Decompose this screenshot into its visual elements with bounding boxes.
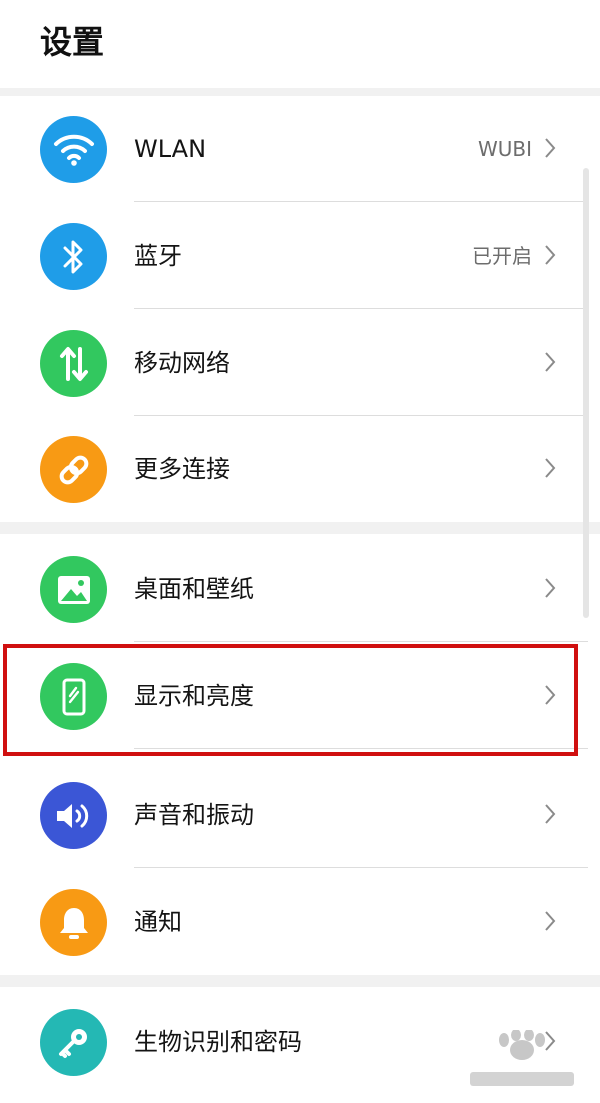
highlight-box [3, 644, 578, 756]
paw-logo-icon [470, 1030, 574, 1086]
section-gap [0, 975, 600, 987]
chevron-right-icon [545, 352, 556, 372]
settings-item-label: 声音和振动 [134, 801, 254, 829]
wifi-icon [40, 116, 107, 183]
section-gap [0, 88, 600, 96]
chevron-right-icon [545, 578, 556, 598]
settings-item-value: WUBI [477, 137, 532, 161]
settings-item-bluetooth[interactable]: 蓝牙 已开启 [0, 203, 600, 309]
settings-item-sound-vibration[interactable]: 声音和振动 [0, 762, 600, 868]
divider [134, 867, 588, 868]
settings-item-more-connections[interactable]: 更多连接 [0, 416, 600, 522]
bluetooth-icon [40, 223, 107, 290]
link-icon [40, 436, 107, 503]
settings-item-label: WLAN [134, 135, 207, 163]
settings-item-desktop-wallpaper[interactable]: 桌面和壁纸 [0, 536, 600, 642]
settings-item-label: 更多连接 [134, 455, 230, 483]
settings-item-label: 桌面和壁纸 [134, 575, 254, 603]
chevron-right-icon [545, 138, 556, 158]
speaker-icon [40, 782, 107, 849]
settings-item-mobile-network[interactable]: 移动网络 [0, 310, 600, 416]
divider [134, 201, 588, 202]
settings-item-notifications[interactable]: 通知 [0, 869, 600, 975]
settings-item-label: 生物识别和密码 [134, 1028, 302, 1056]
page-title: 设置 [40, 23, 105, 61]
scrollbar[interactable] [583, 168, 589, 618]
key-icon [40, 1009, 107, 1076]
divider [134, 641, 588, 642]
section-gap [0, 522, 600, 534]
bell-icon [40, 889, 107, 956]
chevron-right-icon [545, 911, 556, 931]
divider [134, 308, 588, 309]
chevron-right-icon [545, 245, 556, 265]
settings-item-wlan[interactable]: WLAN WUBI [0, 96, 600, 202]
settings-item-label: 通知 [134, 908, 182, 936]
chevron-right-icon [545, 804, 556, 824]
chevron-right-icon [545, 458, 556, 478]
mobile-data-icon [40, 330, 107, 397]
image-icon [40, 556, 107, 623]
settings-item-label: 蓝牙 [134, 242, 182, 270]
settings-item-label: 移动网络 [134, 349, 230, 377]
settings-item-value: 已开启 [472, 244, 532, 268]
